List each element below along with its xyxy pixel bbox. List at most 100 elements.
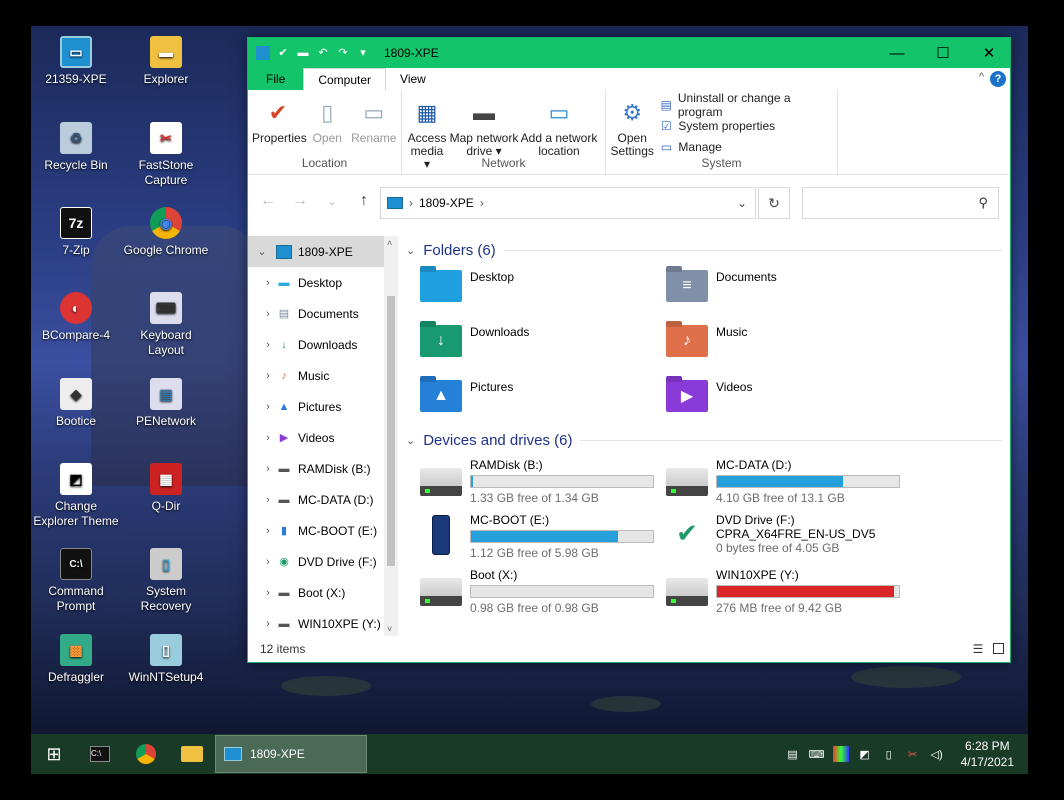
expand-chevron-icon[interactable]: ›: [248, 277, 276, 289]
back-button[interactable]: ←: [252, 192, 284, 210]
close-button[interactable]: ✕: [966, 38, 1012, 68]
drive-item[interactable]: Boot (X:) 0.98 GB free of 0.98 GB: [420, 568, 654, 615]
new-folder-icon[interactable]: ▬: [296, 46, 310, 60]
desktop-icon[interactable]: ◉ Google Chrome: [121, 207, 211, 258]
collapse-ribbon-icon[interactable]: ^: [978, 71, 984, 83]
uninstall-button[interactable]: ▤ Uninstall or change a program: [658, 91, 833, 119]
tab-file[interactable]: File: [248, 68, 304, 90]
properties-check-icon[interactable]: ✔: [276, 46, 290, 60]
nav-item[interactable]: › ▲ Pictures: [248, 391, 398, 422]
keyboard-icon[interactable]: ⌨: [809, 746, 825, 762]
desktop-icon[interactable]: ▦ Q-Dir: [121, 463, 211, 514]
desktop-icon[interactable]: ◩ Change Explorer Theme: [31, 463, 121, 529]
address-dropdown-icon[interactable]: ⌄: [737, 196, 747, 210]
desktop-icon[interactable]: ♻ Recycle Bin: [31, 122, 121, 173]
redo-icon[interactable]: ↷: [336, 46, 350, 60]
faststone-tray-icon[interactable]: ✂: [905, 746, 921, 762]
desktop-icon[interactable]: 7z 7-Zip: [31, 207, 121, 258]
address-bar[interactable]: › 1809-XPE › ⌄: [380, 187, 756, 219]
folders-section-header[interactable]: ⌄ Folders (6): [406, 236, 1002, 264]
desktop-icon[interactable]: ◆ Bootice: [31, 378, 121, 429]
nav-scrollbar[interactable]: ˄ ˅: [384, 236, 398, 636]
recent-locations-button[interactable]: ⌄: [316, 195, 348, 208]
drive-item[interactable]: WIN10XPE (Y:) 276 MB free of 9.42 GB: [666, 568, 900, 615]
expand-chevron-icon[interactable]: ›: [248, 370, 276, 382]
tab-view[interactable]: View: [386, 68, 1010, 90]
nav-item[interactable]: › ▮ MC-BOOT (E:): [248, 515, 398, 546]
expanded-chevron-icon[interactable]: ⌄: [248, 245, 276, 258]
taskbar-cmd[interactable]: C:\: [77, 734, 123, 774]
theme-icon[interactable]: ◩: [857, 746, 873, 762]
expand-chevron-icon[interactable]: ›: [248, 525, 276, 537]
nav-item[interactable]: › ▬ Boot (X:): [248, 577, 398, 608]
nav-item[interactable]: › ◉ DVD Drive (F:): [248, 546, 398, 577]
desktop-icon[interactable]: ▯ WinNTSetup4: [121, 634, 211, 685]
nav-item[interactable]: › ▶ Videos: [248, 422, 398, 453]
desktop-icon[interactable]: ✂ FastStone Capture: [121, 122, 211, 188]
large-icons-view-icon[interactable]: [993, 643, 1004, 654]
folder-item[interactable]: ▲ Pictures: [420, 380, 513, 412]
desktop-icon[interactable]: ◐ BCompare-4: [31, 292, 121, 343]
details-view-icon[interactable]: ☰: [971, 642, 985, 656]
expand-chevron-icon[interactable]: ›: [248, 463, 276, 475]
nav-item-root[interactable]: ⌄ 1809-XPE: [248, 236, 398, 267]
nav-item[interactable]: › ▬ Desktop: [248, 267, 398, 298]
search-input[interactable]: ⚲: [802, 187, 999, 219]
forward-button[interactable]: →: [284, 192, 316, 210]
taskbar-active-window[interactable]: 1809-XPE: [215, 735, 367, 773]
folder-item[interactable]: Desktop: [420, 270, 514, 302]
desktop-icon[interactable]: C:\ Command Prompt: [31, 548, 121, 614]
drive-item[interactable]: ✔ DVD Drive (F:) CPRA_X64FRE_EN-US_DV5 0 by…: [666, 513, 875, 555]
expand-chevron-icon[interactable]: ›: [248, 401, 276, 413]
drive-item[interactable]: MC-BOOT (E:) 1.12 GB free of 5.98 GB: [420, 513, 654, 560]
nav-item[interactable]: › ▬ MC-DATA (D:): [248, 484, 398, 515]
nav-item[interactable]: › ♪ Music: [248, 360, 398, 391]
undo-icon[interactable]: ↶: [316, 46, 330, 60]
taskbar-explorer[interactable]: [169, 734, 215, 774]
help-icon[interactable]: ?: [990, 71, 1006, 87]
desktop-icon[interactable]: ▬ Explorer: [121, 36, 211, 87]
system-properties-button[interactable]: ☑ System properties: [658, 115, 833, 136]
maximize-button[interactable]: ☐: [920, 38, 966, 68]
expand-chevron-icon[interactable]: ›: [248, 308, 276, 320]
folder-item[interactable]: ▶ Videos: [666, 380, 752, 412]
manage-button[interactable]: ▭ Manage: [658, 136, 833, 157]
expand-chevron-icon[interactable]: ›: [248, 432, 276, 444]
nav-item[interactable]: › ▤ Documents: [248, 298, 398, 329]
desktop-icon[interactable]: ▯ System Recovery: [121, 548, 211, 614]
drive-item[interactable]: MC-DATA (D:) 4.10 GB free of 13.1 GB: [666, 458, 900, 505]
drive-item[interactable]: RAMDisk (B:) 1.33 GB free of 1.34 GB: [420, 458, 654, 505]
desktop-icon[interactable]: ⌨ Keyboard Layout: [121, 292, 211, 358]
nav-item[interactable]: › ↓ Downloads: [248, 329, 398, 360]
desktop-icon[interactable]: ▤ PENetwork: [121, 378, 211, 429]
nav-item[interactable]: › ▬ WIN10XPE (Y:): [248, 608, 398, 636]
folder-item[interactable]: ≡ Documents: [666, 270, 777, 302]
up-button[interactable]: ↑: [348, 192, 380, 210]
expand-chevron-icon[interactable]: ›: [248, 618, 276, 630]
usb-icon[interactable]: ▯: [881, 746, 897, 762]
nav-item[interactable]: › ▬ RAMDisk (B:): [248, 453, 398, 484]
expand-chevron-icon[interactable]: ›: [248, 494, 276, 506]
display-icon[interactable]: [832, 746, 849, 762]
minimize-button[interactable]: —: [874, 38, 920, 68]
clock[interactable]: 6:28 PM 4/17/2021: [961, 738, 1014, 770]
title-bar[interactable]: ✔ ▬ ↶ ↷ ▾ 1809-XPE — ☐ ✕: [248, 38, 1010, 68]
desktop-icon[interactable]: ▭ 21359-XPE: [31, 36, 121, 87]
scroll-up-icon[interactable]: ˄: [387, 238, 392, 248]
drives-section-header[interactable]: ⌄ Devices and drives (6): [406, 426, 1002, 454]
folder-item[interactable]: ♪ Music: [666, 325, 747, 357]
scroll-down-icon[interactable]: ˅: [387, 624, 392, 634]
volume-icon[interactable]: ◁): [929, 746, 945, 762]
folder-item[interactable]: ↓ Downloads: [420, 325, 529, 357]
refresh-button[interactable]: ↻: [758, 187, 790, 219]
customize-qat-icon[interactable]: ▾: [356, 46, 370, 60]
expand-chevron-icon[interactable]: ›: [248, 339, 276, 351]
desktop-icon[interactable]: ▩ Defraggler: [31, 634, 121, 685]
expand-chevron-icon[interactable]: ›: [248, 556, 276, 568]
start-button[interactable]: ⊞: [31, 734, 77, 774]
taskbar-chrome[interactable]: [123, 734, 169, 774]
tab-computer[interactable]: Computer: [303, 68, 387, 90]
network-icon[interactable]: ▤: [785, 746, 801, 762]
nav-scrollbar-thumb[interactable]: [387, 296, 395, 566]
expand-chevron-icon[interactable]: ›: [248, 587, 276, 599]
